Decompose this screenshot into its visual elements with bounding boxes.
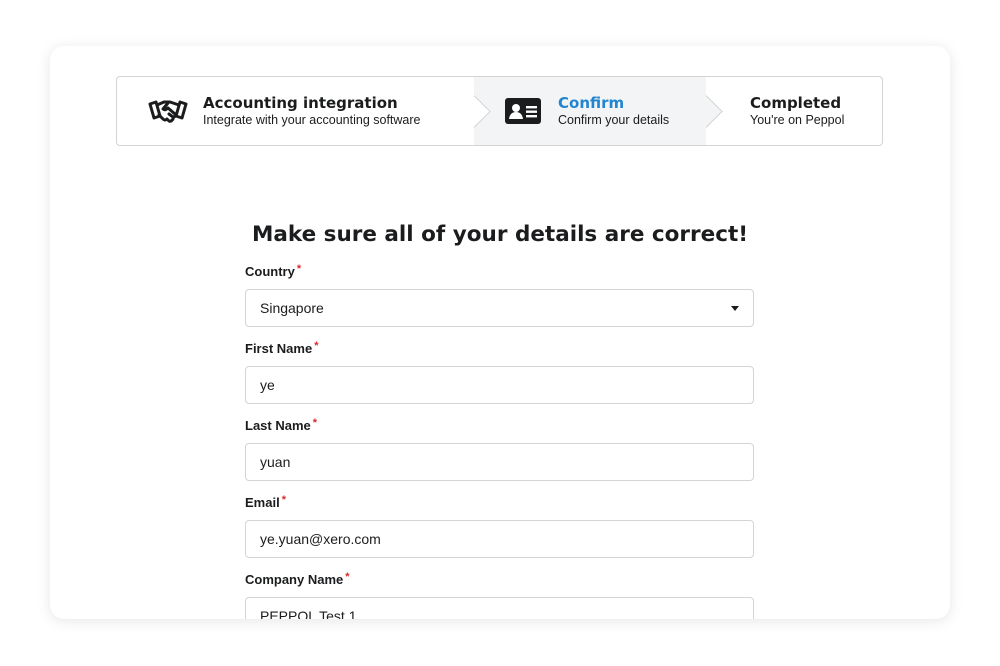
last-name-input[interactable]: yuan — [245, 443, 754, 481]
field-label: Last Name — [245, 418, 311, 433]
caret-down-icon — [731, 305, 739, 311]
required-marker: * — [312, 417, 318, 429]
email-field: Email * ye.yuan@xero.com — [245, 495, 754, 558]
field-label: Country — [245, 264, 295, 279]
step-title: Completed — [750, 94, 842, 112]
page-title: Make sure all of your details are correc… — [251, 222, 749, 247]
id-card-icon — [502, 95, 544, 127]
onboarding-card: Accounting integration Integrate with yo… — [50, 46, 950, 619]
first-name-input[interactable]: ye — [245, 366, 754, 404]
first-name-field: First Name * ye — [245, 341, 754, 404]
input-value: yuan — [260, 454, 291, 470]
step-confirm[interactable]: Confirm Confirm your details — [474, 77, 706, 145]
country-select[interactable]: Singapore — [245, 289, 754, 327]
details-form: Country * Singapore First Name * ye Last… — [245, 264, 754, 619]
required-marker: * — [296, 263, 302, 275]
input-value: PEPPOL Test 1 — [260, 608, 357, 619]
progress-steps: Accounting integration Integrate with yo… — [116, 76, 883, 146]
last-name-field: Last Name * yuan — [245, 418, 754, 481]
company-name-input[interactable]: PEPPOL Test 1 — [245, 597, 754, 619]
step-title: Accounting integration — [203, 94, 398, 112]
select-value: Singapore — [260, 300, 324, 316]
required-marker: * — [281, 494, 286, 506]
required-marker: * — [345, 571, 350, 583]
step-completed[interactable]: Completed You're on Peppol — [706, 77, 882, 145]
step-title: Confirm — [558, 94, 625, 112]
email-input[interactable]: ye.yuan@xero.com — [245, 520, 754, 558]
input-value: ye — [260, 377, 275, 393]
step-description: Confirm your details — [558, 113, 670, 127]
step-accounting-integration[interactable]: Accounting integration Integrate with yo… — [117, 77, 474, 145]
field-label: Email — [245, 495, 280, 510]
field-label: First Name — [245, 341, 313, 356]
country-field: Country * Singapore — [245, 264, 754, 327]
required-marker: * — [314, 340, 319, 352]
input-value: ye.yuan@xero.com — [260, 531, 381, 547]
handshake-icon — [147, 95, 189, 127]
company-name-field: Company Name * PEPPOL Test 1 — [245, 572, 754, 619]
field-label: Company Name — [245, 572, 344, 587]
step-description: Integrate with your accounting software — [203, 113, 421, 127]
step-description: You're on Peppol — [750, 113, 845, 127]
